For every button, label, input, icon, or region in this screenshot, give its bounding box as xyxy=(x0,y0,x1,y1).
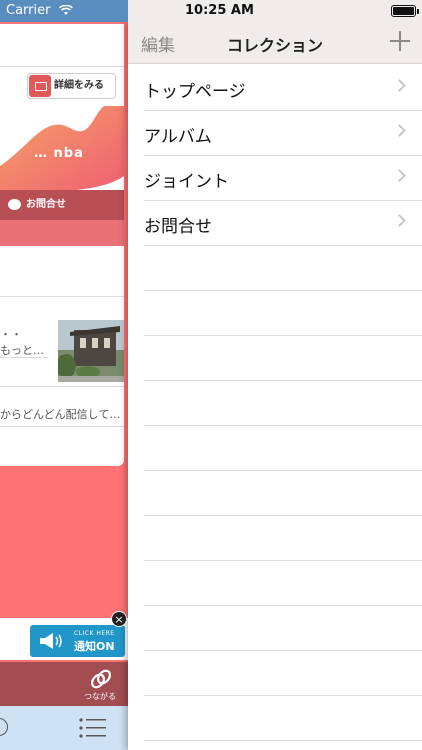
divider xyxy=(144,245,422,246)
list-item-label: アルバム xyxy=(144,127,212,147)
edit-button[interactable]: 編集 xyxy=(141,31,175,56)
divider xyxy=(0,357,48,358)
divider xyxy=(0,296,124,297)
megaphone-icon xyxy=(40,633,62,649)
plus-icon[interactable] xyxy=(387,28,413,54)
link-icon[interactable] xyxy=(90,668,112,690)
empty-row-divider xyxy=(144,380,422,381)
content-card: 詳細をみる … nba お問合せ ・・ もっと… からどんどん配信して… xyxy=(0,24,124,466)
battery-icon xyxy=(391,5,419,17)
empty-row-divider xyxy=(144,470,422,471)
link-label: つながる xyxy=(84,692,116,701)
collection-panel: 編集 コレクション トップページ アルバム ジョイント お問合せ xyxy=(128,22,422,750)
chat-icon xyxy=(8,199,21,210)
banner-text: … nba xyxy=(34,146,84,161)
contact-label: お問合せ xyxy=(26,199,66,210)
clock: 10:25 AM xyxy=(185,3,254,18)
empty-row-divider xyxy=(144,650,422,651)
banner-image[interactable]: … nba xyxy=(0,106,124,192)
notify-label: 通知ON xyxy=(74,640,115,653)
chevron-right-icon xyxy=(393,79,406,92)
status-bar-left: Carrier xyxy=(0,0,128,22)
footer-bar: つながる xyxy=(0,662,128,706)
chevron-right-icon xyxy=(393,169,406,182)
empty-row-divider xyxy=(144,335,422,336)
home-icon[interactable] xyxy=(0,718,8,736)
list-item-joint[interactable]: ジョイント xyxy=(128,155,422,200)
divider xyxy=(0,66,124,67)
empty-row-divider xyxy=(144,740,422,741)
list-item-album[interactable]: アルバム xyxy=(128,110,422,155)
empty-row-divider xyxy=(144,515,422,516)
list-item-label: お問合せ xyxy=(144,217,212,237)
empty-row-divider xyxy=(144,695,422,696)
carrier-label: Carrier xyxy=(6,3,51,18)
divider xyxy=(0,426,124,427)
news-item-title: ・・ xyxy=(0,328,22,341)
list-item-contact[interactable]: お問合せ xyxy=(128,200,422,245)
card-icon xyxy=(29,75,51,97)
list-item-label: ジョイント xyxy=(144,172,229,192)
tab-bar xyxy=(0,706,128,750)
close-icon[interactable]: × xyxy=(111,611,127,627)
status-bar: Carrier 10:25 AM xyxy=(0,0,422,22)
list-item-top-page[interactable]: トップページ xyxy=(128,65,422,110)
chevron-right-icon xyxy=(393,214,406,227)
detail-button-label: 詳細をみる xyxy=(54,80,104,91)
notify-on-button[interactable]: CLICK HERE 通知ON xyxy=(30,625,125,657)
list-menu-icon[interactable] xyxy=(78,716,108,740)
empty-row-divider xyxy=(144,560,422,561)
news-item-text: からどんどん配信して… xyxy=(0,408,121,421)
building-photo xyxy=(58,320,124,382)
status-bar-right: 10:25 AM xyxy=(128,0,422,22)
empty-row-divider xyxy=(144,425,422,426)
empty-row-divider xyxy=(144,290,422,291)
chevron-right-icon xyxy=(393,124,406,137)
news-item-excerpt: もっと… xyxy=(0,344,44,357)
detail-button[interactable]: 詳細をみる xyxy=(27,73,116,99)
notify-caption: CLICK HERE xyxy=(74,630,115,637)
divider xyxy=(0,386,124,387)
empty-row-divider xyxy=(144,605,422,606)
wifi-icon xyxy=(58,5,73,15)
contact-button[interactable]: お問合せ xyxy=(0,190,124,220)
section-strip xyxy=(0,220,124,246)
navigation-bar: 編集 コレクション xyxy=(128,22,422,64)
list-item-label: トップページ xyxy=(144,82,246,102)
background-app: 詳細をみる … nba お問合せ ・・ もっと… からどんどん配信して… CLI… xyxy=(0,22,128,750)
news-thumbnail[interactable] xyxy=(58,320,124,382)
